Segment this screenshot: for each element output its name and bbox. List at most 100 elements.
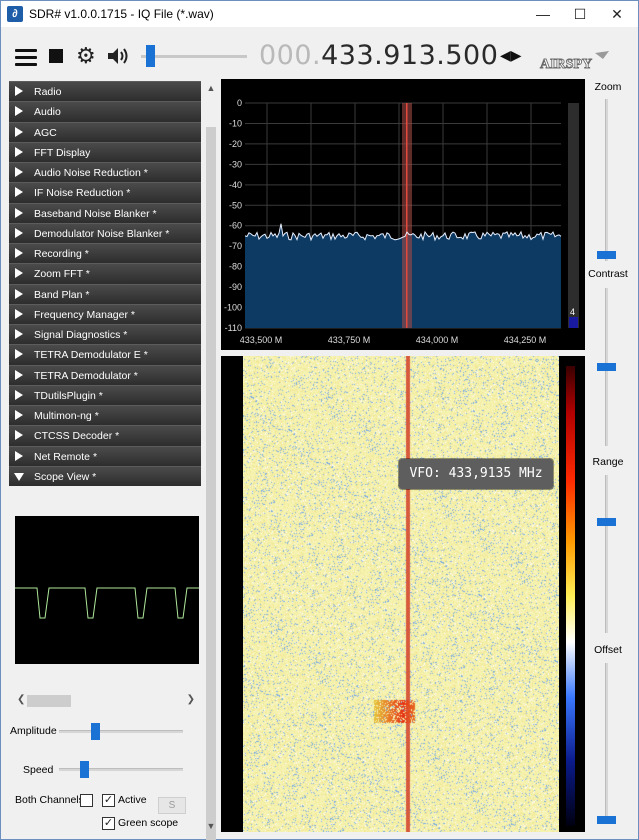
waterfall-display[interactable] <box>221 356 585 832</box>
scroll-left-icon[interactable]: ❮ <box>17 694 25 705</box>
plugin-label: IF Noise Reduction * <box>34 187 131 200</box>
toolbar: ⚙ 000.433.913.500 ◀▶ AIRSPY <box>1 31 638 81</box>
scroll-down-icon[interactable]: ▼ <box>204 819 218 833</box>
plugin-label: Baseband Noise Blanker * <box>34 207 157 220</box>
scrollbar-thumb[interactable] <box>206 127 216 840</box>
collapsed-arrow-icon <box>15 389 23 400</box>
plugin-item[interactable]: CTCSS Decoder * <box>9 425 201 446</box>
speaker-icon[interactable] <box>106 46 130 66</box>
y-tick-label: -10 <box>229 118 242 128</box>
contrast-slider-thumb[interactable] <box>597 363 616 371</box>
svg-text:AIRSPY: AIRSPY <box>540 57 592 72</box>
both-channels-checkbox[interactable] <box>80 794 93 807</box>
speed-label: Speed <box>23 764 54 776</box>
y-tick-label: -20 <box>229 139 242 149</box>
close-button[interactable]: ✕ <box>595 1 639 27</box>
plugin-panel: Radio Audio AGC FFT Display Audio Noise Redu… <box>9 81 201 487</box>
s-button[interactable]: S <box>158 797 186 814</box>
x-tick-label: 433,750 M <box>328 335 371 345</box>
frequency-step-arrows-icon[interactable]: ◀▶ <box>500 47 522 64</box>
y-tick-label: -70 <box>229 241 242 251</box>
spectrum-analyzer[interactable]: 0 -10 -20 -30 -40 -50 -60 -70 -80 -90 -100 -110 433… <box>221 79 585 350</box>
collapsed-arrow-icon <box>15 167 23 177</box>
waterfall-canvas <box>243 356 559 832</box>
zoom-label: Zoom <box>594 81 622 93</box>
scroll-up-icon[interactable]: ▲ <box>204 81 218 95</box>
plugin-label: TDutilsPlugin * <box>34 389 103 402</box>
green-scope-label: Green scope <box>118 817 179 829</box>
both-channels-label: Both Channels <box>15 794 84 806</box>
plugin-item[interactable]: Radio <box>9 81 201 102</box>
plugin-item[interactable]: Recording * <box>9 243 201 264</box>
speed-slider[interactable] <box>59 768 183 771</box>
plugin-item[interactable]: Demodulator Noise Blanker * <box>9 222 201 243</box>
collapsed-arrow-icon <box>15 207 23 218</box>
contrast-label: Contrast <box>588 268 628 280</box>
plugin-item[interactable]: TETRA Demodulator * <box>9 364 201 385</box>
scope-trace <box>15 587 199 619</box>
plugin-item[interactable]: AGC <box>9 121 201 142</box>
collapsed-arrow-icon <box>15 126 23 137</box>
plugin-item[interactable]: Signal Diagnostics * <box>9 324 201 345</box>
collapsed-arrow-icon <box>15 268 23 279</box>
hamburger-menu-icon[interactable] <box>15 49 37 67</box>
collapsed-arrow-icon <box>15 369 23 380</box>
offset-slider-thumb[interactable] <box>597 815 616 824</box>
scope-scrollbar-thumb[interactable] <box>27 695 71 707</box>
offset-slider[interactable] <box>605 663 608 823</box>
plugin-label: Recording * <box>34 248 89 260</box>
plugin-item[interactable]: Band Plan * <box>9 283 201 304</box>
side-panel-scrollbar[interactable]: ▲ ▼ <box>204 81 218 840</box>
active-checkbox[interactable]: ✓ <box>102 794 115 807</box>
volume-slider-thumb[interactable] <box>145 45 155 67</box>
plugin-item[interactable]: FFT Display <box>9 141 201 162</box>
stop-icon[interactable] <box>49 49 63 63</box>
expanded-arrow-icon <box>14 472 24 481</box>
plugin-item[interactable]: Multimon-ng * <box>9 405 201 426</box>
zoom-slider[interactable] <box>605 99 608 261</box>
scroll-right-icon[interactable]: ❯ <box>187 694 195 705</box>
range-slider[interactable] <box>605 475 608 633</box>
plugin-item[interactable]: Scope View * <box>9 465 201 486</box>
gear-icon[interactable]: ⚙ <box>76 45 96 67</box>
plugin-item[interactable]: Zoom FFT * <box>9 263 201 284</box>
speed-slider-thumb[interactable] <box>79 761 89 778</box>
y-tick-label: -60 <box>229 221 242 231</box>
green-scope-checkbox[interactable]: ✓ <box>102 817 115 830</box>
plugin-label: TETRA Demodulator * <box>34 369 138 382</box>
scope-scrollbar[interactable]: ❮ ❯ <box>15 693 199 709</box>
range-slider-thumb[interactable] <box>597 518 616 527</box>
plugin-item[interactable]: Audio <box>9 101 201 122</box>
plugin-item[interactable]: Baseband Noise Blanker * <box>9 202 201 223</box>
plugin-item[interactable]: Audio Noise Reduction * <box>9 162 201 183</box>
y-tick-label: -50 <box>229 200 242 210</box>
plugin-label: Audio <box>34 106 61 119</box>
sdrsharp-icon: ∂ <box>7 6 23 22</box>
y-tick-label: 0 <box>237 98 242 108</box>
frequency-display[interactable]: 000.433.913.500 <box>259 40 498 71</box>
plugin-label: Radio <box>34 86 62 98</box>
plugin-label: FFT Display <box>34 146 91 159</box>
collapsed-arrow-icon <box>15 329 23 339</box>
collapsed-arrow-icon <box>15 146 23 157</box>
app-window: ∂ SDR# v1.0.0.1715 - IQ File (*.wav) — ☐… <box>0 0 639 840</box>
y-tick-label: -90 <box>229 282 242 292</box>
plugin-label: Multimon-ng * <box>34 410 99 422</box>
plugin-item[interactable]: Net Remote * <box>9 445 201 466</box>
volume-slider-track[interactable] <box>141 55 247 58</box>
plugin-label: Signal Diagnostics * <box>34 329 128 341</box>
window-title: SDR# v1.0.0.1715 - IQ File (*.wav) <box>29 7 214 21</box>
scope-view <box>15 516 199 664</box>
plugin-label: Frequency Manager * <box>34 308 135 321</box>
level-meter-bar <box>569 317 578 328</box>
plugin-item[interactable]: Frequency Manager * <box>9 303 201 324</box>
y-tick-label: -100 <box>224 303 242 313</box>
amplitude-slider[interactable] <box>59 730 183 733</box>
plugin-item[interactable]: TETRA Demodulator E * <box>9 344 201 365</box>
plugin-item[interactable]: IF Noise Reduction * <box>9 182 201 203</box>
amplitude-slider-thumb[interactable] <box>91 723 101 740</box>
collapsed-arrow-icon <box>15 288 23 299</box>
plugin-item[interactable]: TDutilsPlugin * <box>9 384 201 405</box>
zoom-slider-thumb[interactable] <box>597 250 616 259</box>
collapsed-arrow-icon <box>15 410 23 420</box>
